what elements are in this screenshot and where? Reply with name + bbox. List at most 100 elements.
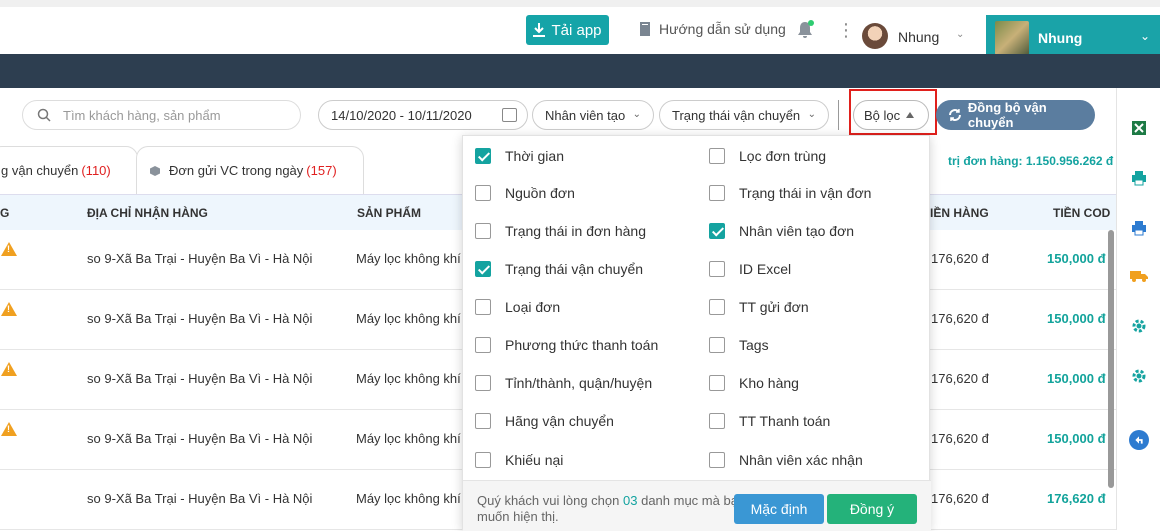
filter-options-panel: Thời gian Nguồn đơn Trạng thái in đơn hà… bbox=[462, 135, 931, 531]
option-label: Tỉnh/thành, quận/huyện bbox=[505, 375, 653, 391]
checkbox[interactable] bbox=[709, 337, 725, 353]
download-app-label: Tải app bbox=[551, 21, 602, 39]
chevron-down-icon[interactable]: ⌄ bbox=[956, 29, 964, 40]
filter-option-carrier[interactable]: Hãng vận chuyển bbox=[475, 413, 614, 429]
cod-cell: 150,000 đ bbox=[1047, 251, 1106, 266]
download-icon bbox=[533, 23, 546, 37]
filter-option-warehouse[interactable]: Kho hàng bbox=[709, 375, 799, 391]
filter-option-shipping-status[interactable]: Trạng thái vận chuyển bbox=[475, 261, 643, 277]
selection-note: Quý khách vui lòng chọn 03 danh mục mà b… bbox=[477, 493, 747, 525]
note-prefix: Quý khách vui lòng chọn bbox=[477, 493, 620, 508]
filter-option-tags[interactable]: Tags bbox=[709, 337, 769, 353]
tab-shipping[interactable]: g vận chuyển (110) bbox=[0, 146, 138, 194]
checkbox[interactable] bbox=[709, 452, 725, 468]
column-header-goods-amount: IỀN HÀNG bbox=[930, 206, 989, 220]
filter-option-duplicate[interactable]: Lọc đơn trùng bbox=[709, 148, 826, 164]
checkbox[interactable] bbox=[709, 299, 725, 315]
option-label: Lọc đơn trùng bbox=[739, 148, 827, 164]
shipping-status-label: Trạng thái vận chuyển bbox=[672, 107, 801, 123]
toolbar-divider bbox=[838, 100, 839, 130]
agree-button[interactable]: Đồng ý bbox=[827, 494, 917, 524]
more-menu-icon[interactable]: ⋮ bbox=[837, 21, 855, 39]
print-icon[interactable] bbox=[1129, 168, 1149, 188]
option-label: ID Excel bbox=[739, 261, 792, 277]
filter-option-province[interactable]: Tỉnh/thành, quận/huyện bbox=[475, 375, 652, 391]
address-cell: so 9-Xã Ba Trại - Huyện Ba Vì - Hà Nội bbox=[87, 431, 313, 446]
search-icon bbox=[37, 108, 51, 122]
calendar-icon bbox=[502, 108, 517, 122]
checkbox[interactable] bbox=[709, 185, 725, 201]
truck-icon[interactable] bbox=[1129, 266, 1149, 286]
checkbox[interactable] bbox=[709, 223, 725, 239]
checkbox[interactable] bbox=[475, 261, 491, 277]
option-label: Nhân viên xác nhận bbox=[739, 452, 863, 468]
top-bar: Tải app Hướng dẫn sử dụng ⋮ Nhung ⌄ Nhun… bbox=[0, 0, 1160, 61]
avatar[interactable] bbox=[862, 23, 888, 49]
filter-option-send-status[interactable]: TT gửi đơn bbox=[709, 299, 809, 315]
column-header-address: ĐỊA CHỈ NHẬN HÀNG bbox=[87, 206, 208, 220]
filter-option-complaint[interactable]: Khiếu nại bbox=[475, 452, 563, 468]
filter-option-time[interactable]: Thời gian bbox=[475, 148, 564, 164]
warning-icon bbox=[1, 362, 17, 376]
filter-option-creator[interactable]: Nhân viên tạo đơn bbox=[709, 223, 854, 239]
goods-amount-cell: 176,620 đ bbox=[931, 371, 989, 386]
filter-option-order-type[interactable]: Loại đơn bbox=[475, 299, 560, 315]
chevron-down-icon: ⌄ bbox=[807, 109, 816, 120]
cod-cell: 150,000 đ bbox=[1047, 371, 1106, 386]
checkbox[interactable] bbox=[475, 223, 491, 239]
shop-thumbnail bbox=[995, 21, 1029, 55]
download-app-button[interactable]: Tải app bbox=[526, 15, 609, 45]
back-icon[interactable] bbox=[1129, 430, 1149, 450]
user-name[interactable]: Nhung bbox=[898, 29, 939, 45]
checkbox[interactable] bbox=[709, 413, 725, 429]
checkbox[interactable] bbox=[475, 185, 491, 201]
option-label: Phương thức thanh toán bbox=[505, 337, 659, 353]
goods-amount-cell: 176,620 đ bbox=[931, 251, 989, 266]
filter-option-waybill-print-status[interactable]: Trạng thái in vận đơn bbox=[709, 185, 871, 201]
search-input[interactable]: Tìm khách hàng, sản phẩm bbox=[22, 100, 301, 130]
checkbox[interactable] bbox=[709, 261, 725, 277]
user-guide-link[interactable]: Hướng dẫn sử dụng bbox=[637, 21, 786, 37]
filter-label: Bộ lọc bbox=[864, 107, 901, 123]
checkbox[interactable] bbox=[475, 337, 491, 353]
caret-up-icon bbox=[906, 112, 914, 118]
vertical-scrollbar[interactable] bbox=[1108, 230, 1114, 488]
address-cell: so 9-Xã Ba Trại - Huyện Ba Vì - Hà Nội bbox=[87, 311, 313, 326]
checkbox[interactable] bbox=[709, 148, 725, 164]
option-label: Trạng thái vận chuyển bbox=[505, 261, 644, 277]
shipping-status-dropdown[interactable]: Trạng thái vận chuyển ⌄ bbox=[659, 100, 829, 130]
option-label: TT Thanh toán bbox=[739, 413, 831, 429]
excel-icon[interactable] bbox=[1129, 118, 1149, 138]
sync-shipping-button[interactable]: Đồng bộ vận chuyển bbox=[936, 100, 1095, 130]
creator-dropdown[interactable]: Nhân viên tạo ⌄ bbox=[532, 100, 654, 130]
product-cell: Máy lọc không khí bbox=[356, 431, 461, 446]
date-range-value: 14/10/2020 - 10/11/2020 bbox=[331, 107, 472, 123]
filter-option-order-print-status[interactable]: Trạng thái in đơn hàng bbox=[475, 223, 646, 239]
filter-option-confirmer[interactable]: Nhân viên xác nhận bbox=[709, 452, 863, 468]
option-label: Thời gian bbox=[505, 148, 564, 164]
checkbox[interactable] bbox=[475, 413, 491, 429]
filter-button[interactable]: Bộ lọc bbox=[853, 100, 929, 130]
tab-count: (110) bbox=[81, 163, 111, 178]
filter-option-payment-method[interactable]: Phương thức thanh toán bbox=[475, 337, 658, 353]
tab-daily-shipments[interactable]: Đơn gửi VC trong ngày (157) bbox=[136, 146, 364, 194]
settings-icon[interactable] bbox=[1129, 316, 1149, 336]
filter-option-order-source[interactable]: Nguồn đơn bbox=[475, 185, 575, 201]
checkbox[interactable] bbox=[475, 148, 491, 164]
default-button[interactable]: Mặc định bbox=[734, 494, 824, 524]
option-label: TT gửi đơn bbox=[739, 299, 809, 315]
address-cell: so 9-Xã Ba Trại - Huyện Ba Vì - Hà Nội bbox=[87, 371, 313, 386]
date-range-picker[interactable]: 14/10/2020 - 10/11/2020 bbox=[318, 100, 528, 130]
settings-icon[interactable] bbox=[1129, 366, 1149, 386]
shop-name: Nhung bbox=[1038, 30, 1083, 46]
print-icon[interactable] bbox=[1129, 218, 1149, 238]
column-header: G bbox=[0, 206, 10, 220]
checkbox[interactable] bbox=[475, 375, 491, 391]
checkbox[interactable] bbox=[709, 375, 725, 391]
checkbox[interactable] bbox=[475, 299, 491, 315]
checkbox[interactable] bbox=[475, 452, 491, 468]
filter-option-payment-status[interactable]: TT Thanh toán bbox=[709, 413, 830, 429]
filter-option-excel-id[interactable]: ID Excel bbox=[709, 261, 791, 277]
chevron-down-icon: ⌄ bbox=[632, 109, 641, 120]
right-action-bar bbox=[1116, 88, 1160, 530]
